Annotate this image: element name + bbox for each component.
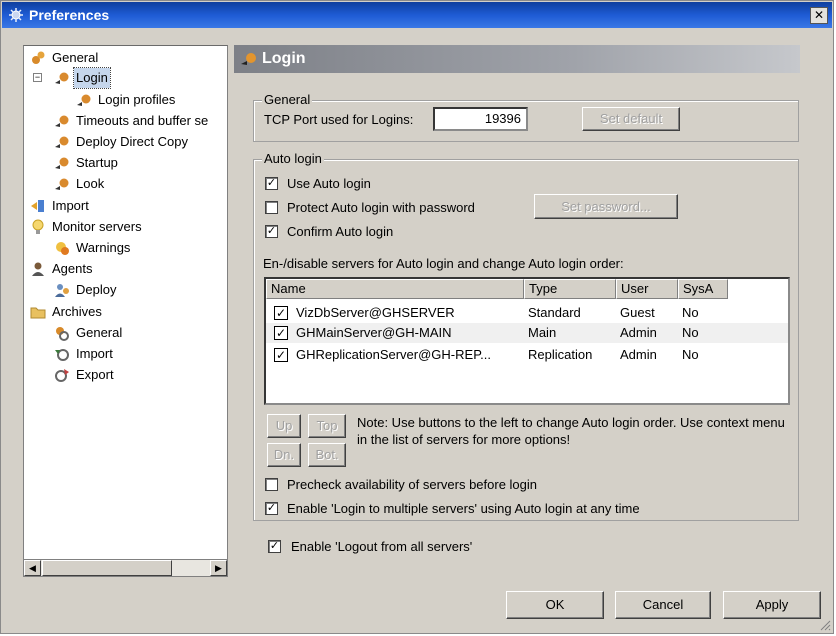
server-name: GHReplicationServer@GH-REP... [296,347,492,362]
precheck-label: Precheck availability of servers before … [287,477,538,492]
column-header-name[interactable]: Name [266,279,524,299]
server-type: Standard [528,305,581,320]
general-icon [32,51,45,64]
set-default-button[interactable]: Set default [582,107,680,131]
server-sysa: No [682,347,699,362]
apply-button[interactable]: Apply [723,591,821,619]
cancel-button[interactable]: Cancel [615,591,711,619]
window-title: Preferences [29,7,110,23]
server-sysa: No [682,305,699,320]
servers-list-header: Name Type User SysA [266,279,788,299]
scroll-thumb[interactable] [42,560,172,576]
confirm-auto-login-checkbox[interactable]: ✓ [265,225,278,238]
preferences-tree[interactable]: General − Login Login profiles Timeouts … [23,45,228,577]
logout-all-checkbox[interactable]: ✓ [268,540,281,553]
page-header: Login [234,45,800,73]
move-top-button[interactable]: Top [308,414,346,438]
multi-login-checkbox[interactable]: ✓ [265,502,278,515]
scroll-left-icon[interactable]: ◀ [24,560,41,576]
server-name: GHMainServer@GH-MAIN [296,325,452,340]
confirm-auto-login-label: Confirm Auto login [287,224,394,239]
row-enable-checkbox[interactable]: ✓ [274,348,288,362]
login-icon [55,136,69,148]
preferences-icon [9,8,23,22]
table-row[interactable]: ✓ GHMainServer@GH-MAIN Main Admin No [266,323,788,343]
archive-icon [30,307,46,319]
servers-list-label: En-/disable servers for Auto login and c… [263,256,624,271]
set-password-button[interactable]: Set password... [534,194,678,219]
logout-all-label: Enable 'Logout from all servers' [291,539,473,554]
protect-auto-login-label: Protect Auto login with password [287,200,475,215]
multi-login-label: Enable 'Login to multiple servers' using… [287,501,640,516]
move-bottom-button[interactable]: Bot. [308,443,346,467]
login-icon [241,53,256,65]
precheck-checkbox[interactable] [265,478,278,491]
warnings-icon [56,242,69,255]
row-enable-checkbox[interactable]: ✓ [274,326,288,340]
column-header-type[interactable]: Type [524,279,616,299]
servers-list[interactable]: Name Type User SysA ✓ VizDbServer@GHSERV… [264,277,790,405]
archive-import-icon [55,349,69,361]
collapse-login-expander[interactable]: − [33,73,42,82]
agent-icon [32,262,44,276]
column-header-user[interactable]: User [616,279,678,299]
table-row[interactable]: ✓ GHReplicationServer@GH-REP... Replicat… [266,345,788,365]
archive-general-icon [56,327,69,341]
server-sysa: No [682,325,699,340]
server-user: Admin [620,347,657,362]
page-title: Login [262,50,306,67]
server-name: VizDbServer@GHSERVER [296,305,455,320]
auto-login-group-title: Auto login [262,151,324,167]
server-user: Guest [620,305,655,320]
login-icon [55,178,69,190]
column-header-sysa[interactable]: SysA [678,279,728,299]
login-icon [55,115,69,127]
tree-horizontal-scrollbar[interactable]: ◀ ▶ [23,559,228,577]
row-enable-checkbox[interactable]: ✓ [274,306,288,320]
scroll-right-icon[interactable]: ▶ [210,560,227,576]
login-icon [55,72,69,84]
lightbulb-icon [32,219,44,234]
tcp-port-label: TCP Port used for Logins: [264,112,414,127]
deploy-icon [55,284,69,297]
move-down-button[interactable]: Dn. [267,443,301,467]
ok-button[interactable]: OK [506,591,604,619]
order-note: Note: Use buttons to the left to change … [357,415,785,447]
use-auto-login-checkbox[interactable]: ✓ [265,177,278,190]
use-auto-login-label: Use Auto login [287,176,371,191]
preferences-window: Preferences ✕ General − Login Login prof… [0,0,834,634]
login-icon [77,94,91,106]
close-button[interactable]: ✕ [810,7,828,24]
table-row[interactable]: ✓ VizDbServer@GHSERVER Standard Guest No [266,303,788,323]
title-bar[interactable]: Preferences ✕ [2,2,832,28]
server-type: Main [528,325,557,340]
import-icon [31,200,44,212]
archive-export-icon [55,369,69,382]
protect-auto-login-checkbox[interactable] [265,201,278,214]
general-group-title: General [262,92,313,108]
login-icon [55,157,69,169]
server-type: Replication [528,347,593,362]
move-up-button[interactable]: Up [267,414,301,438]
tcp-port-input[interactable]: 19396 [433,107,528,131]
server-user: Admin [620,325,657,340]
general-group: General TCP Port used for Logins: 19396 … [253,92,799,142]
resize-grip-icon[interactable] [819,619,831,631]
